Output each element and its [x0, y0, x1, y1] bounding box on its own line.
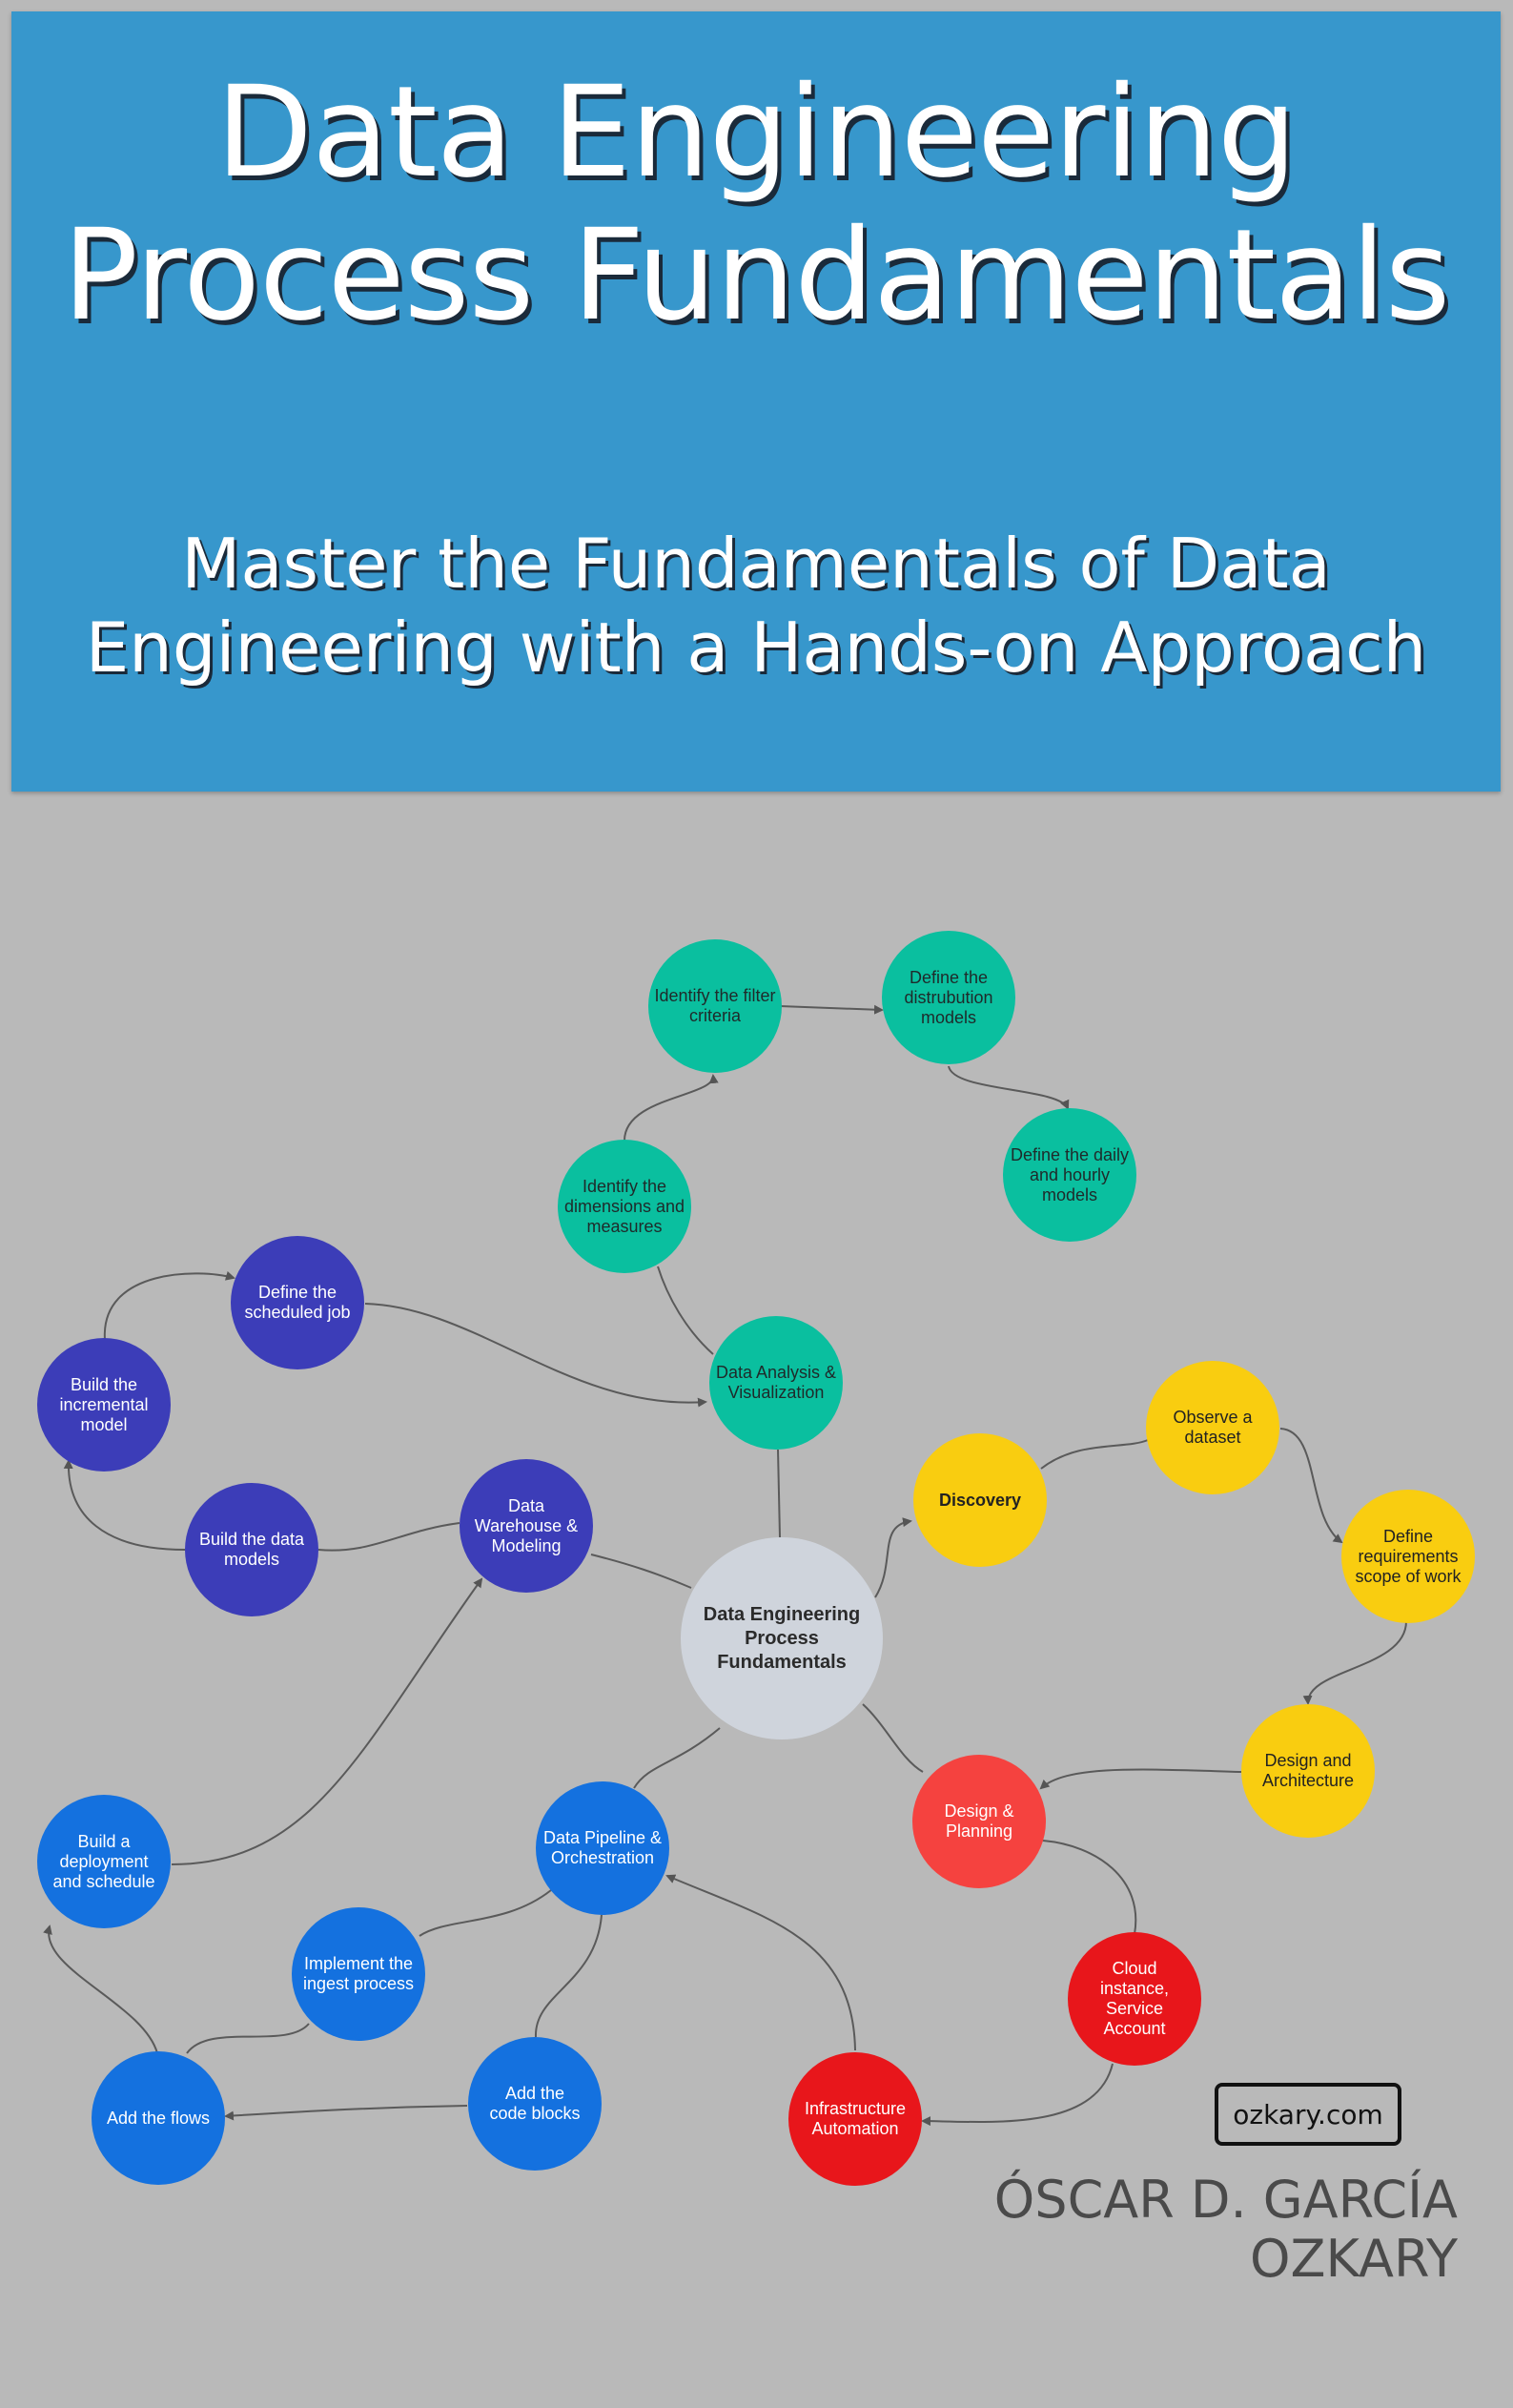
node-label: Observe a dataset: [1173, 1408, 1253, 1447]
node-label: Identify the filter criteria: [654, 986, 776, 1025]
connector: [777, 1449, 781, 1538]
node-label: Build a deployment and schedule: [52, 1831, 155, 1891]
connector: [43, 1924, 158, 2054]
node-label: Add the code blocks: [489, 2084, 581, 2123]
node-infrastructure-automation: Infrastructure Automation: [788, 2052, 922, 2186]
node-build-deployment: Build a deployment and schedule: [37, 1795, 171, 1928]
node-build-data-models: Build the data models: [185, 1483, 318, 1616]
node-label: Data Engineering Process Fundamentals: [703, 1603, 861, 1673]
connector: [364, 1303, 707, 1408]
connector: [186, 2023, 310, 2054]
connector-layer: [43, 1004, 1407, 2127]
author-name: ÓSCAR D. GARCÍA: [993, 2170, 1458, 2230]
node-label: Build the data models: [198, 1530, 305, 1569]
author-alias: OZKARY: [1250, 2229, 1458, 2289]
connector: [171, 1577, 483, 1865]
connector: [633, 1727, 721, 1789]
connector: [1040, 1439, 1149, 1470]
node-define-daily: Define the daily and hourly models: [1003, 1108, 1136, 1242]
node-data-warehouse: Data Warehouse & Modeling: [460, 1459, 593, 1593]
node-add-code-blocks: Add the code blocks: [468, 2037, 602, 2171]
node-label: Add the flows: [106, 2108, 211, 2128]
connector: [224, 2105, 468, 2121]
node-label: Data Analysis & Visualization: [715, 1363, 837, 1402]
node-add-flows: Add the flows: [92, 2051, 225, 2185]
node-data-pipeline: Data Pipeline & Orchestration: [536, 1781, 669, 1915]
node-label: Design & Planning: [944, 1801, 1014, 1841]
node-center-topic: Data Engineering Process Fundamentals: [681, 1537, 883, 1739]
connector: [921, 2063, 1114, 2127]
connector: [590, 1554, 692, 1589]
node-define-scheduled-job: Define the scheduled job: [231, 1236, 364, 1369]
connector: [317, 1522, 460, 1552]
node-label: Data Warehouse & Modeling: [474, 1495, 579, 1555]
node-label: Data Pipeline & Orchestration: [542, 1828, 663, 1867]
node-label: Define the scheduled job: [244, 1283, 351, 1322]
connector: [1302, 1620, 1407, 1705]
node-label: Build the incremental model: [59, 1374, 149, 1434]
connector: [103, 1270, 235, 1341]
node-label: Infrastructure Automation: [804, 2099, 907, 2138]
connector: [624, 1074, 719, 1142]
connector: [657, 1266, 714, 1355]
node-define-distribution: Define the distrubution models: [882, 931, 1015, 1064]
connector: [874, 1517, 912, 1598]
node-identify-filter: Identify the filter criteria: [648, 939, 782, 1073]
connector: [779, 1004, 884, 1015]
node-design-architecture: Design and Architecture: [1241, 1704, 1375, 1838]
node-label: Implement the ingest process: [302, 1954, 415, 1993]
node-label: Define requirements scope of work: [1355, 1526, 1462, 1586]
node-build-incremental: Build the incremental model: [37, 1338, 171, 1472]
node-label: Discovery: [938, 1490, 1022, 1510]
mind-map-diagram: Identify the filter criteria Define the …: [0, 0, 1513, 2408]
node-label: Identify the dimensions and measures: [563, 1176, 685, 1236]
node-discovery: Discovery: [913, 1433, 1047, 1567]
node-implement-ingest: Implement the ingest process: [292, 1907, 425, 2041]
node-label: Design and Architecture: [1261, 1751, 1355, 1790]
node-identify-dimensions: Identify the dimensions and measures: [558, 1140, 691, 1273]
connector: [1279, 1428, 1343, 1544]
website-label: ozkary.com: [1215, 2083, 1401, 2146]
node-cloud-instance: Cloud instance, Service Account: [1068, 1932, 1201, 2066]
node-label: Define the daily and hourly models: [1010, 1144, 1130, 1204]
node-observe-dataset: Observe a dataset: [1146, 1361, 1279, 1494]
connector: [1039, 1768, 1242, 1790]
connector: [63, 1459, 186, 1551]
connector: [419, 1889, 552, 1937]
connector: [948, 1065, 1070, 1110]
connector: [534, 1914, 603, 2038]
node-data-analysis: Data Analysis & Visualization: [709, 1316, 843, 1450]
connector: [862, 1703, 924, 1773]
node-design-planning: Design & Planning: [912, 1755, 1046, 1888]
node-define-requirements: Define requirements scope of work: [1341, 1490, 1475, 1623]
connector: [665, 1874, 856, 2051]
connector: [1042, 1840, 1137, 1935]
node-label: Define the distrubution models: [904, 967, 993, 1027]
node-label: Cloud instance, Service Account: [1099, 1959, 1170, 2038]
